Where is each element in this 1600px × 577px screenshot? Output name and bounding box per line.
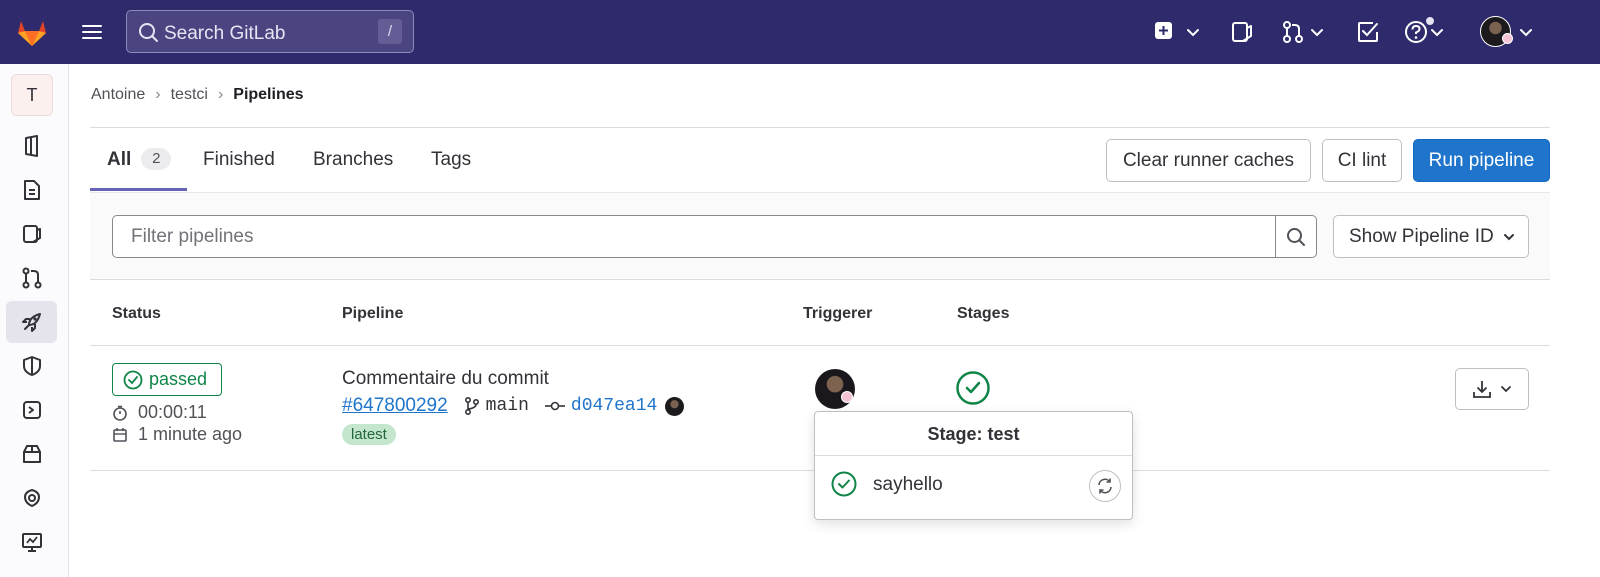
issues-icon — [22, 225, 41, 243]
pipeline-id-link[interactable]: #647800292 — [342, 395, 448, 417]
infrastructure-icon — [23, 488, 40, 508]
stage-status-success-icon[interactable] — [956, 371, 990, 405]
chevron-down-icon[interactable] — [1518, 20, 1534, 44]
job-item[interactable]: sayhello — [815, 457, 1132, 519]
top-navbar: Search GitLab / — [0, 0, 1600, 64]
breadcrumb-separator-icon: › — [217, 86, 224, 103]
tab-all-count: 2 — [141, 148, 172, 170]
branch-link[interactable]: main — [486, 396, 529, 416]
tab-tags[interactable]: Tags — [431, 128, 471, 191]
column-header-status: Status — [112, 305, 161, 322]
commit-sha-link[interactable]: d047ea14 — [571, 396, 657, 416]
job-success-icon — [831, 471, 857, 497]
sidebar-item-packages[interactable] — [6, 433, 57, 475]
sidebar-item-deployments[interactable] — [6, 389, 57, 431]
finished-time-value: 1 minute ago — [138, 424, 243, 444]
project-overview-icon — [24, 135, 38, 157]
status-badge[interactable]: passed — [112, 363, 222, 396]
merge-requests-icon[interactable] — [1282, 20, 1332, 44]
create-new-icon[interactable] — [1154, 20, 1204, 44]
hamburger-menu-icon[interactable] — [80, 20, 104, 44]
show-pipeline-id-dropdown[interactable]: Show Pipeline ID — [1333, 215, 1529, 258]
tab-all[interactable]: All 2 — [107, 128, 172, 191]
todo-checkbox-icon[interactable] — [1356, 20, 1380, 44]
stage-jobs-dropdown: Stage: test sayhello — [814, 411, 1133, 520]
check-circle-icon — [123, 370, 143, 389]
tab-branches[interactable]: Branches — [313, 128, 393, 191]
calendar-icon — [113, 427, 127, 442]
breadcrumb-separator-icon: › — [155, 86, 161, 103]
search-input[interactable]: Search GitLab / — [126, 10, 414, 53]
sidebar-item-repository[interactable] — [6, 169, 57, 211]
divider — [90, 345, 1550, 346]
filter-bar: Filter pipelines Show Pipeline ID — [90, 192, 1550, 280]
filter-pipelines-input[interactable]: Filter pipelines — [112, 215, 1276, 258]
gitlab-logo-icon[interactable] — [14, 13, 50, 49]
run-pipeline-button[interactable]: Run pipeline — [1413, 139, 1550, 182]
chevron-down-icon — [1504, 234, 1514, 241]
show-pipeline-id-label: Show Pipeline ID — [1349, 226, 1494, 247]
help-notification-dot — [1425, 16, 1435, 26]
job-name: sayhello — [873, 474, 943, 495]
search-shortcut-key: / — [378, 19, 402, 44]
commit-icon — [544, 401, 565, 411]
pipeline-info: #647800292 main d047ea14 — [342, 394, 685, 418]
stage-dropdown-title: Stage: test — [815, 412, 1132, 456]
deployments-icon — [22, 401, 41, 419]
security-shield-icon — [22, 356, 41, 376]
issues-icon[interactable] — [1230, 20, 1254, 44]
duration-value: 00:00:11 — [138, 402, 207, 422]
sidebar-item-security[interactable] — [6, 345, 57, 387]
ci-lint-button[interactable]: CI lint — [1322, 139, 1402, 182]
search-icon — [139, 23, 158, 42]
clear-runner-caches-button[interactable]: Clear runner caches — [1106, 139, 1311, 182]
breadcrumb-current[interactable]: Pipelines — [233, 86, 303, 104]
search-icon — [1287, 227, 1305, 246]
sidebar-item-project-overview[interactable] — [6, 125, 57, 167]
latest-badge: latest — [342, 424, 396, 445]
retry-icon — [1098, 478, 1112, 494]
download-artifacts-button[interactable] — [1455, 368, 1529, 410]
timer-icon — [113, 405, 127, 421]
triggerer-avatar[interactable] — [815, 369, 855, 409]
commit-title[interactable]: Commentaire du commit — [342, 368, 549, 390]
chevron-down-icon — [1501, 386, 1511, 393]
breadcrumb-item-user[interactable]: Antoine — [91, 86, 145, 104]
download-icon — [1473, 381, 1491, 398]
column-header-pipeline: Pipeline — [342, 305, 404, 322]
commit-author-avatar[interactable] — [665, 396, 685, 416]
sidebar-item-issues[interactable] — [6, 213, 57, 255]
active-tab-indicator — [90, 188, 187, 191]
project-sidebar: T — [0, 64, 69, 577]
column-header-stages: Stages — [957, 305, 1010, 322]
breadcrumb-item-project[interactable]: testci — [171, 86, 208, 104]
pipeline-duration: 00:00:11 — [112, 402, 207, 423]
packages-icon — [22, 445, 41, 463]
monitor-icon — [21, 533, 42, 552]
branch-icon — [464, 397, 479, 415]
sidebar-item-ci-cd[interactable] — [6, 301, 57, 343]
user-avatar[interactable] — [1480, 16, 1513, 47]
sidebar-item-monitor[interactable] — [6, 521, 57, 563]
retry-job-button[interactable] — [1089, 470, 1121, 502]
breadcrumb: Antoine › testci › Pipelines — [91, 86, 304, 104]
ci-cd-rocket-icon — [21, 313, 41, 332]
project-avatar[interactable]: T — [11, 74, 53, 116]
merge-requests-icon — [22, 267, 41, 289]
status-label: passed — [149, 369, 208, 389]
sidebar-item-infrastructure[interactable] — [6, 477, 57, 519]
sidebar-item-merge-requests[interactable] — [6, 257, 57, 299]
column-header-triggerer: Triggerer — [803, 305, 873, 322]
filter-search-button[interactable] — [1275, 215, 1317, 258]
pipeline-finished-time: 1 minute ago — [112, 424, 242, 445]
tab-finished[interactable]: Finished — [203, 128, 275, 191]
repository-icon — [23, 180, 40, 200]
search-placeholder: Search GitLab — [164, 23, 286, 44]
tab-all-label: All — [107, 149, 132, 170]
